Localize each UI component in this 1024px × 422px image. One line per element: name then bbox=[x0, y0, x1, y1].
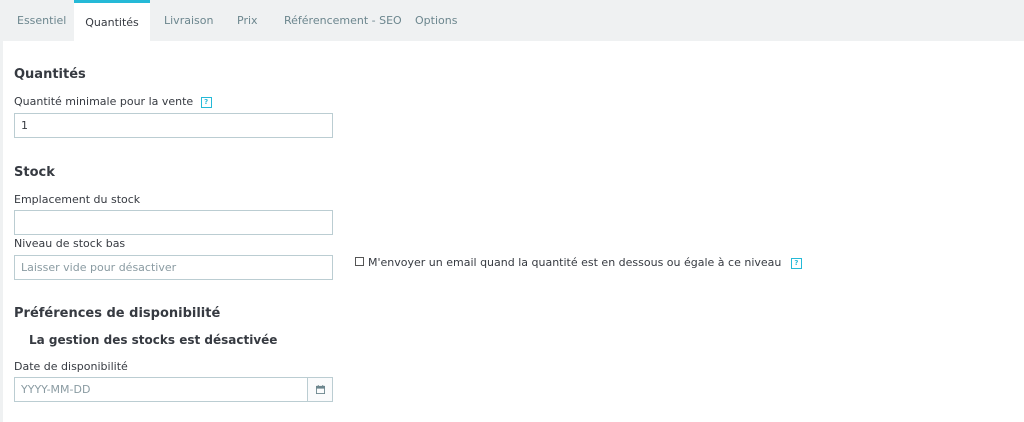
stock-location-input[interactable] bbox=[14, 210, 333, 235]
question-icon[interactable]: ? bbox=[790, 257, 802, 269]
calendar-button[interactable] bbox=[307, 377, 333, 402]
stock-location-label: Emplacement du stock bbox=[14, 193, 141, 206]
min-qty-input[interactable]: 1 bbox=[14, 113, 333, 138]
min-qty-label: Quantité minimale pour la vente ? bbox=[14, 95, 212, 108]
calendar-icon bbox=[316, 385, 325, 394]
tab-livraison[interactable]: Livraison bbox=[164, 0, 213, 41]
quantities-title: Quantités bbox=[14, 67, 86, 82]
availability-title: Préférences de disponibilité bbox=[14, 306, 221, 321]
tab-referencement-seo[interactable]: Référencement - SEO bbox=[284, 0, 402, 41]
tab-quantites[interactable]: Quantités bbox=[74, 0, 150, 41]
tab-options[interactable]: Options bbox=[415, 0, 457, 41]
low-stock-input[interactable]: Laisser vide pour désactiver bbox=[14, 255, 333, 280]
question-icon[interactable]: ? bbox=[200, 96, 212, 108]
email-alert-label: M'envoyer un email quand la quantité est… bbox=[368, 256, 802, 269]
stock-title: Stock bbox=[14, 165, 55, 180]
email-alert-label-text: M'envoyer un email quand la quantité est… bbox=[368, 256, 782, 269]
low-stock-label: Niveau de stock bas bbox=[14, 237, 126, 250]
availability-subtitle: La gestion des stocks est désactivée bbox=[29, 333, 278, 347]
quantities-panel: Quantités Quantité minimale pour la vent… bbox=[0, 41, 1024, 422]
availability-date-label: Date de disponibilité bbox=[14, 360, 128, 373]
availability-date-input[interactable]: YYYY-MM-DD bbox=[14, 377, 308, 402]
tab-essentiel[interactable]: Essentiel bbox=[17, 0, 66, 41]
email-alert-checkbox[interactable] bbox=[355, 257, 364, 266]
tab-prix[interactable]: Prix bbox=[237, 0, 258, 41]
tab-bar: Essentiel Quantités Livraison Prix Référ… bbox=[0, 0, 1024, 41]
min-qty-label-text: Quantité minimale pour la vente bbox=[14, 95, 194, 108]
